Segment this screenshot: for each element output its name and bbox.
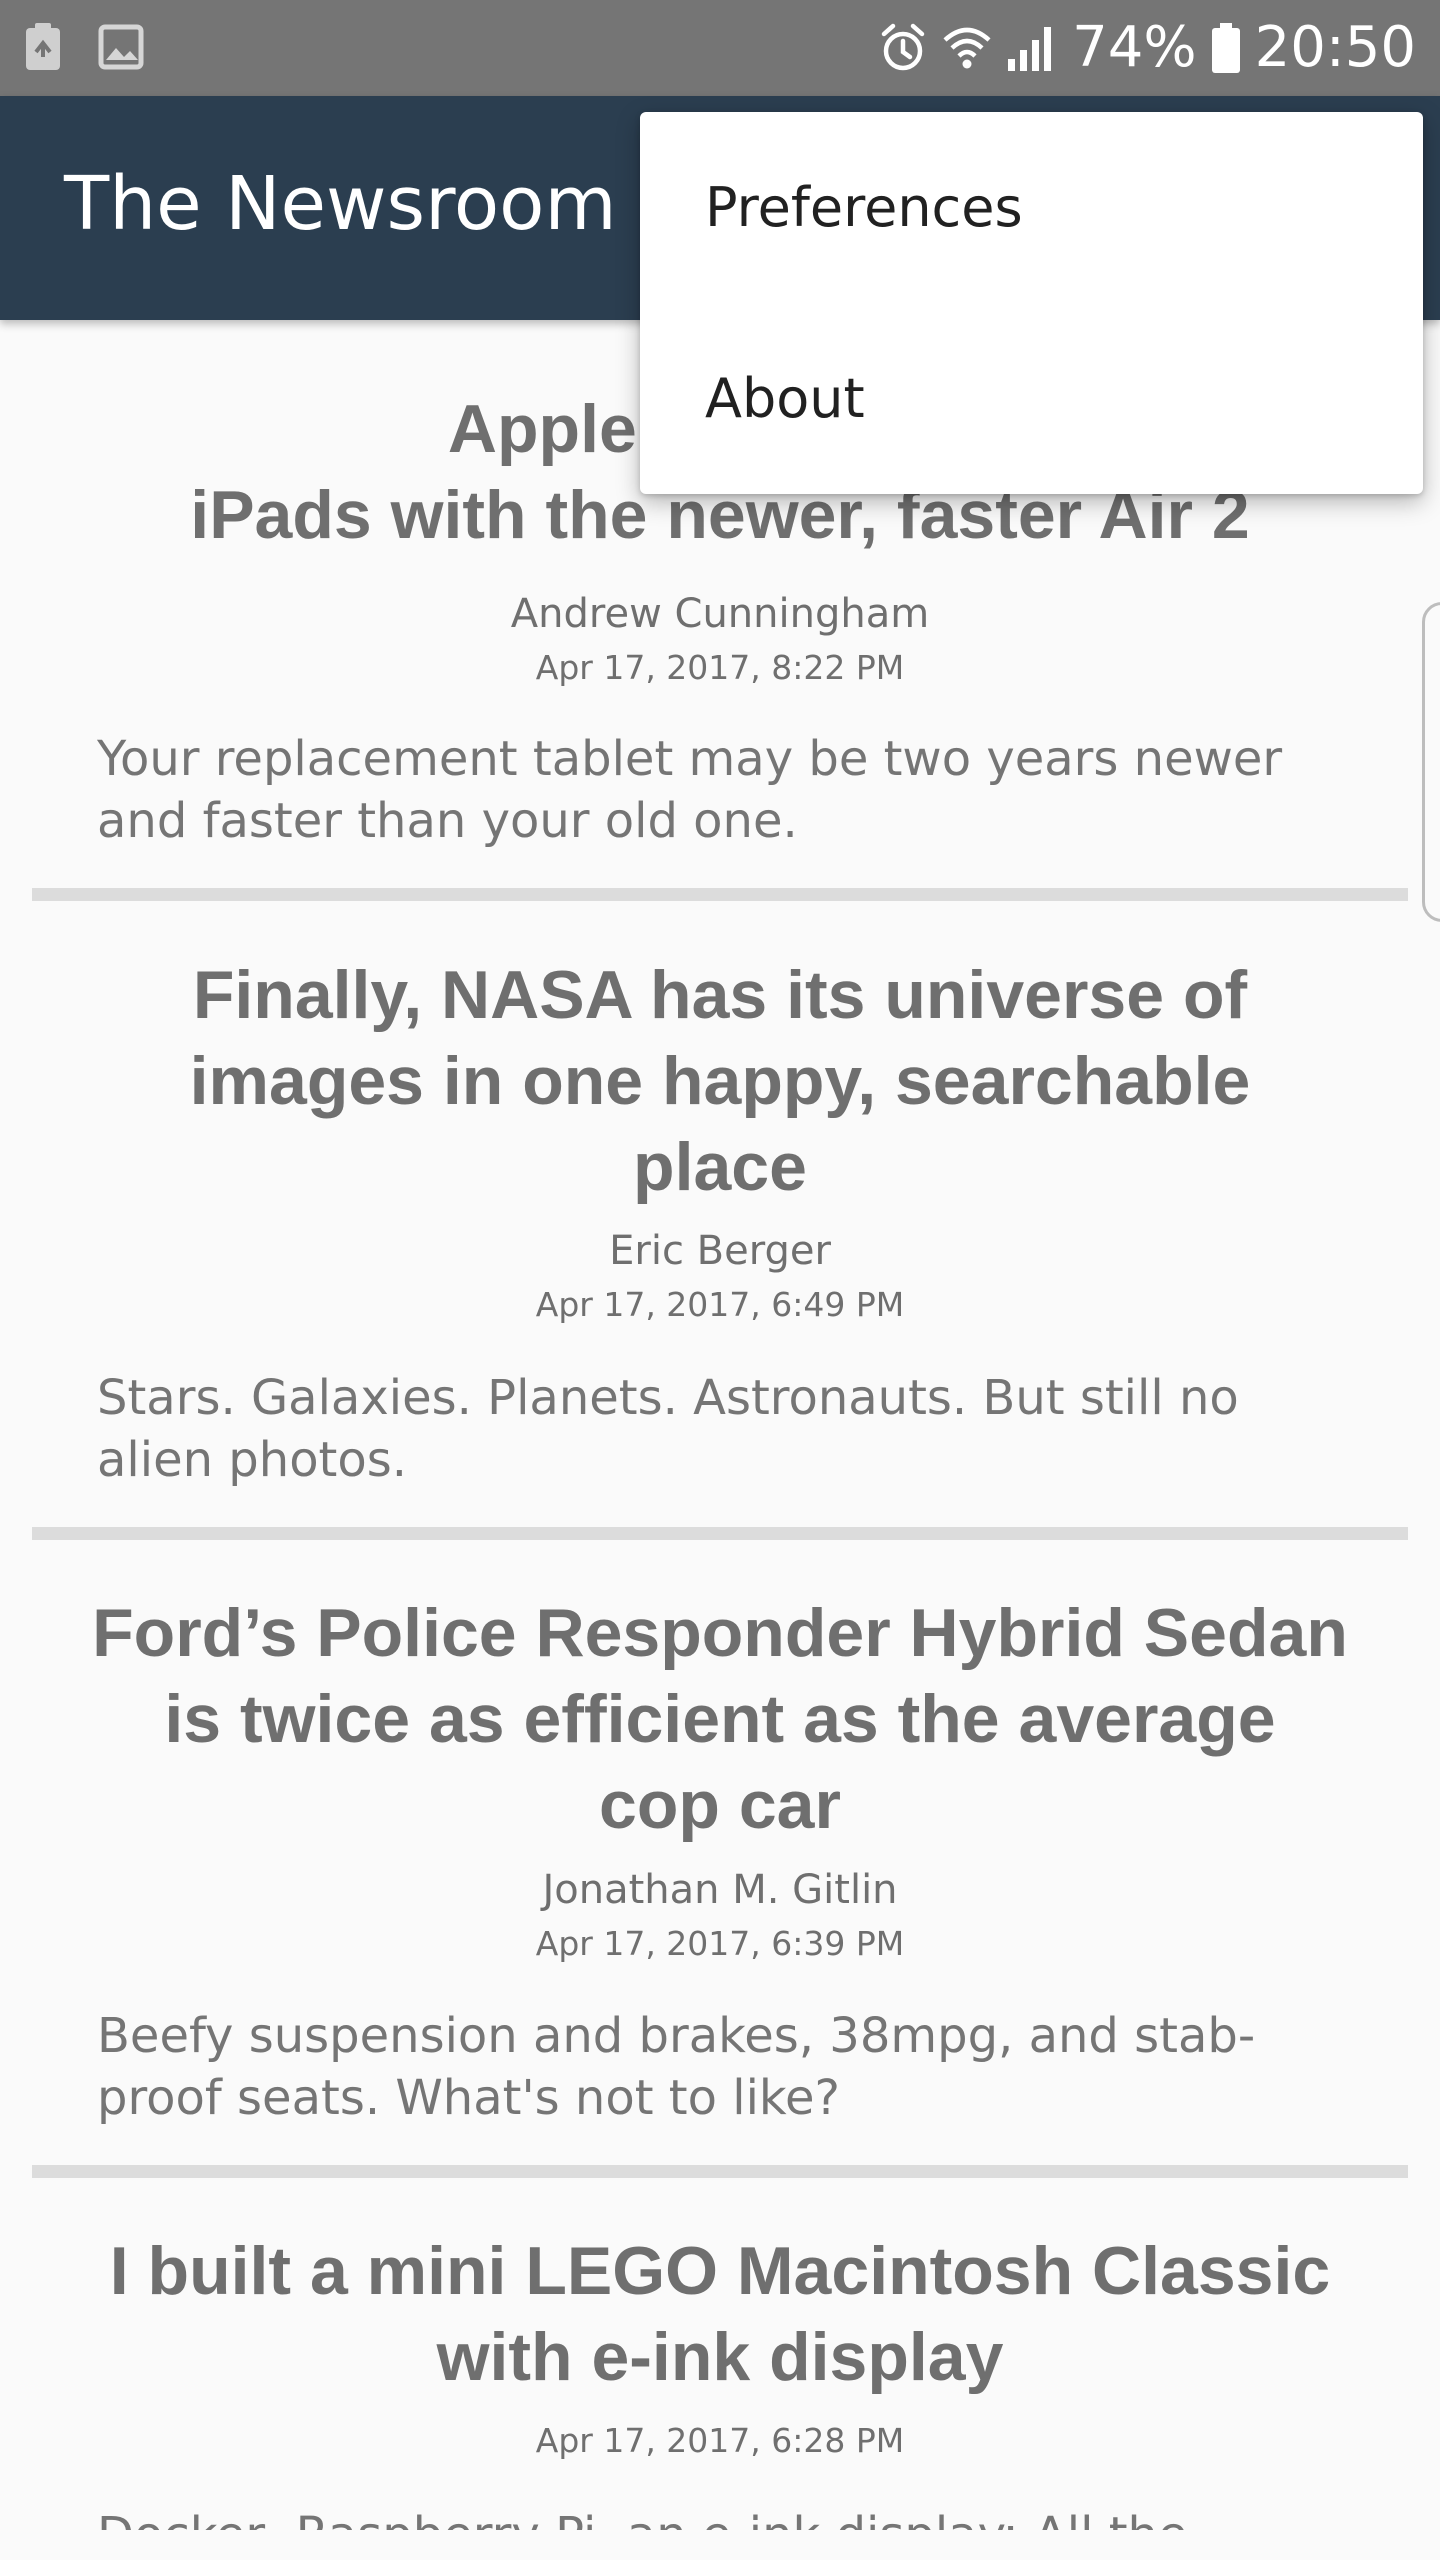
article-list: Apple is replacin iPads with the newer, … (0, 320, 1440, 2530)
signal-icon (1006, 23, 1058, 73)
list-item[interactable]: I built a mini LEGO Macintosh Classic wi… (32, 2178, 1408, 2530)
battery-icon (1211, 22, 1241, 74)
article-author: Jonathan M. Gitlin (542, 1867, 898, 1913)
clock: 20:50 (1254, 15, 1416, 80)
divider (32, 2165, 1408, 2178)
divider (32, 888, 1408, 901)
status-left-icons (22, 22, 144, 77)
article-author: Eric Berger (609, 1228, 831, 1274)
status-bar: 74% 20:50 (0, 0, 1440, 96)
edge-panel-handle[interactable] (1422, 602, 1440, 922)
article-headline: I built a mini LEGO Macintosh Classic wi… (109, 2233, 1331, 2395)
article-summary: Docker, Raspberry Pi, an e-ink display: … (97, 2504, 1347, 2530)
list-item[interactable]: Ford’s Police Responder Hybrid Sedan is … (32, 1540, 1408, 2178)
article-headline: Finally, NASA has its universe of images… (189, 957, 1251, 1205)
article-summary: Stars. Galaxies. Planets. Astronauts. Bu… (97, 1370, 1239, 1488)
battery-percent: 74% (1072, 15, 1197, 80)
menu-item-preferences[interactable]: Preferences (640, 112, 1423, 303)
divider (32, 1527, 1408, 1540)
list-item[interactable]: Finally, NASA has its universe of images… (32, 901, 1408, 1540)
app-title: The Newsroom (64, 161, 617, 247)
battery-saver-icon (22, 22, 64, 77)
menu-item-about[interactable]: About (640, 303, 1423, 494)
article-summary: Your replacement tablet may be two years… (97, 731, 1283, 849)
article-headline: Ford’s Police Responder Hybrid Sedan is … (92, 1595, 1348, 1843)
article-date: Apr 17, 2017, 6:39 PM (535, 1924, 905, 1963)
overflow-menu: Preferences About (640, 112, 1423, 494)
article-date: Apr 17, 2017, 6:49 PM (535, 1285, 905, 1324)
image-icon (98, 24, 144, 75)
status-right-icons: 74% 20:50 (878, 0, 1416, 96)
article-author: Andrew Cunningham (510, 591, 930, 637)
alarm-icon (878, 22, 928, 74)
article-date: Apr 17, 2017, 6:28 PM (535, 2421, 905, 2460)
article-summary: Beefy suspension and brakes, 38mpg, and … (97, 2008, 1256, 2126)
article-date: Apr 17, 2017, 8:22 PM (535, 648, 905, 687)
wifi-icon (942, 22, 992, 74)
